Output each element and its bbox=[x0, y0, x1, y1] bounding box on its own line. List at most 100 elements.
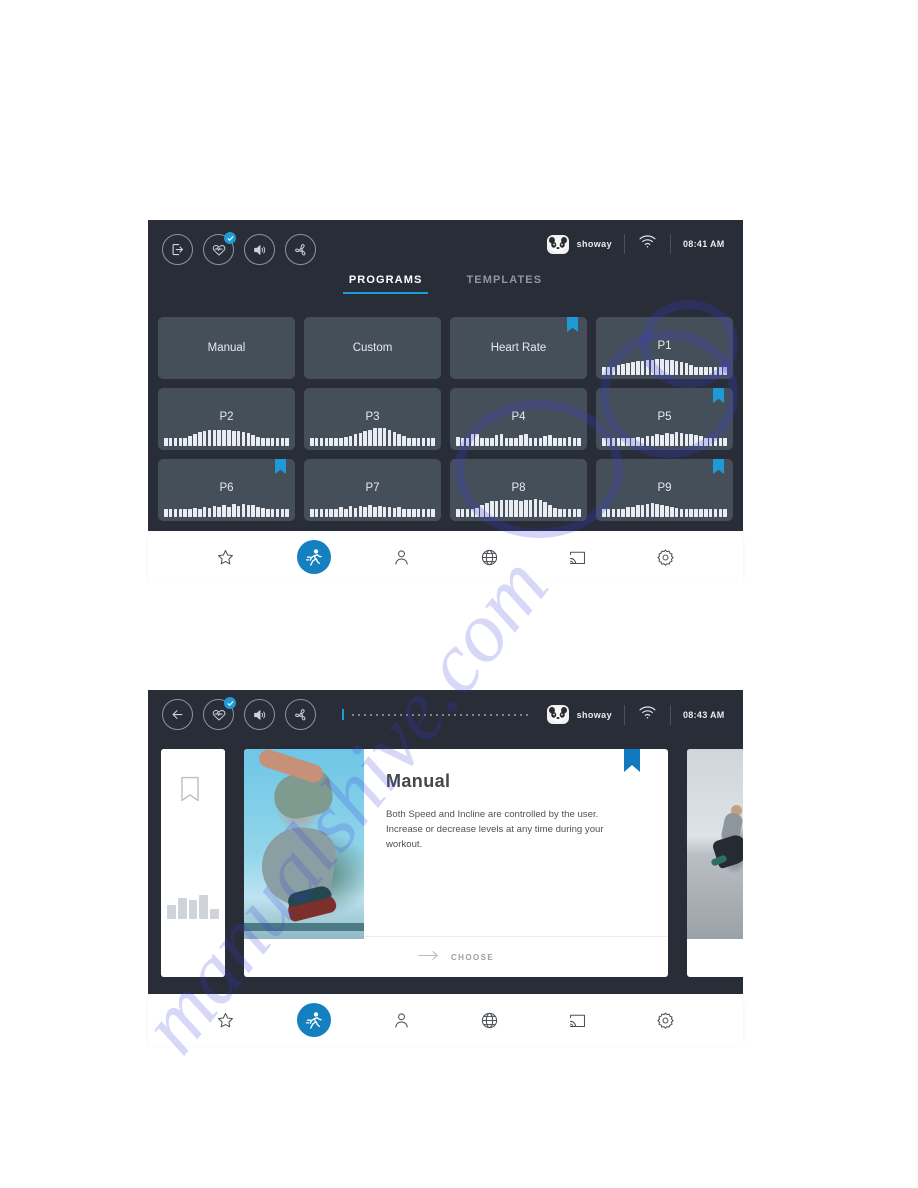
program-profile-bars bbox=[602, 426, 728, 446]
program-card-label: P2 bbox=[219, 411, 234, 423]
progress-dot bbox=[406, 713, 408, 716]
carousel-card-previous[interactable] bbox=[161, 749, 225, 977]
progress-dot bbox=[376, 713, 378, 716]
choose-button[interactable]: CHOOSE bbox=[364, 936, 668, 977]
tab-programs[interactable]: PROGRAMS bbox=[342, 274, 429, 294]
fan-icon[interactable] bbox=[285, 699, 316, 730]
progress-dot bbox=[400, 713, 402, 716]
program-card-label: P8 bbox=[511, 482, 526, 494]
fan-icon[interactable] bbox=[285, 234, 316, 265]
heart-rate-icon[interactable] bbox=[203, 697, 236, 730]
progress-dot bbox=[478, 713, 480, 716]
program-card-custom[interactable]: Custom bbox=[304, 317, 441, 379]
program-detail-carousel: Manual Both Speed and Incline are contro… bbox=[148, 739, 743, 987]
nav-internet[interactable] bbox=[472, 540, 506, 574]
wifi-icon[interactable] bbox=[639, 705, 656, 724]
program-title: Manual bbox=[386, 771, 451, 791]
progress-dot bbox=[502, 713, 504, 716]
volume-icon[interactable] bbox=[244, 699, 275, 730]
progress-dot bbox=[370, 713, 372, 716]
program-card-p8[interactable]: P8 bbox=[450, 459, 587, 521]
program-card-p3[interactable]: P3 bbox=[304, 388, 441, 450]
nav-settings[interactable] bbox=[648, 1003, 682, 1037]
program-description: Both Speed and Incline are controlled by… bbox=[386, 809, 604, 850]
nav-cast[interactable] bbox=[560, 540, 594, 574]
progress-dot bbox=[394, 713, 396, 716]
progress-dot bbox=[388, 713, 390, 716]
program-card-label: P5 bbox=[657, 411, 672, 423]
progress-dot bbox=[364, 713, 366, 716]
program-card-label: Heart Rate bbox=[490, 342, 547, 354]
avatar[interactable] bbox=[546, 234, 569, 254]
wifi-icon[interactable] bbox=[639, 235, 656, 253]
heart-rate-connected-badge bbox=[224, 697, 236, 709]
progress-dot bbox=[454, 713, 456, 716]
program-card-p9[interactable]: P9 bbox=[596, 459, 733, 521]
tab-bar: PROGRAMS TEMPLATES bbox=[148, 274, 743, 294]
header-icon-group bbox=[162, 232, 316, 265]
program-card-p6[interactable]: P6 bbox=[158, 459, 295, 521]
progress-dot bbox=[352, 713, 354, 716]
detail-header-icon-group bbox=[162, 697, 316, 730]
tab-templates[interactable]: TEMPLATES bbox=[466, 274, 542, 294]
program-detail-body: Manual Both Speed and Incline are contro… bbox=[364, 749, 668, 977]
progress-dot bbox=[520, 713, 522, 716]
program-profile-bars bbox=[310, 497, 436, 517]
volume-icon[interactable] bbox=[244, 234, 275, 265]
detail-status-cluster: showay 08:43 AM bbox=[546, 704, 729, 725]
progress-dot bbox=[484, 713, 486, 716]
bookmark-filled-icon[interactable] bbox=[624, 749, 640, 772]
progress-dot bbox=[472, 713, 474, 716]
choose-label: CHOOSE bbox=[451, 952, 495, 962]
progress-dot bbox=[430, 713, 432, 716]
arrow-right-icon bbox=[418, 948, 439, 966]
program-card-manual[interactable]: Manual bbox=[158, 317, 295, 379]
progress-cursor bbox=[342, 709, 344, 720]
nav-favorites[interactable] bbox=[209, 540, 243, 574]
progress-dot bbox=[418, 713, 420, 716]
clock-label: 08:41 AM bbox=[683, 239, 725, 249]
nav-settings[interactable] bbox=[648, 540, 682, 574]
progress-dot bbox=[508, 713, 510, 716]
program-profile-bars bbox=[456, 426, 582, 446]
nav-workout[interactable] bbox=[296, 540, 331, 574]
avatar[interactable] bbox=[546, 705, 569, 724]
program-detail-card[interactable]: Manual Both Speed and Incline are contro… bbox=[244, 749, 668, 977]
status-divider-2 bbox=[670, 704, 671, 725]
bookmark-outline-icon[interactable] bbox=[180, 776, 200, 807]
progress-dot bbox=[442, 713, 444, 716]
exit-icon[interactable] bbox=[162, 234, 193, 265]
program-card-p2[interactable]: P2 bbox=[158, 388, 295, 450]
program-card-label: Manual bbox=[207, 342, 246, 354]
program-profile-bars bbox=[164, 426, 290, 446]
nav-profile[interactable] bbox=[385, 1003, 419, 1037]
nav-favorites[interactable] bbox=[209, 1003, 243, 1037]
program-card-p4[interactable]: P4 bbox=[450, 388, 587, 450]
nav-profile[interactable] bbox=[385, 540, 419, 574]
back-icon[interactable] bbox=[162, 699, 193, 730]
program-card-heart-rate[interactable]: Heart Rate bbox=[450, 317, 587, 379]
program-card-p5[interactable]: P5 bbox=[596, 388, 733, 450]
bottom-nav-top-panel bbox=[148, 531, 743, 583]
carousel-card-next[interactable] bbox=[687, 749, 743, 977]
nav-cast[interactable] bbox=[560, 1003, 594, 1037]
nav-internet[interactable] bbox=[472, 1003, 506, 1037]
program-card-label: P6 bbox=[219, 482, 234, 494]
progress-dot bbox=[526, 713, 528, 716]
heart-rate-icon[interactable] bbox=[203, 232, 236, 265]
bookmark-flag-icon bbox=[713, 459, 724, 474]
progress-dot bbox=[424, 713, 426, 716]
program-card-label: P4 bbox=[511, 411, 526, 423]
progress-dot bbox=[514, 713, 516, 716]
program-preview-bars bbox=[167, 893, 219, 919]
detail-status-bar: showay 08:43 AM bbox=[148, 690, 743, 739]
program-profile-bars bbox=[602, 355, 728, 375]
program-profile-bars bbox=[602, 497, 728, 517]
status-cluster: showay 08:41 AM bbox=[546, 234, 729, 254]
progress-dot bbox=[490, 713, 492, 716]
program-card-p7[interactable]: P7 bbox=[304, 459, 441, 521]
program-card-p1[interactable]: P1 bbox=[596, 317, 733, 379]
nav-workout[interactable] bbox=[296, 1003, 331, 1037]
username-label: showay bbox=[576, 239, 612, 249]
bookmark-flag-icon bbox=[567, 317, 578, 332]
